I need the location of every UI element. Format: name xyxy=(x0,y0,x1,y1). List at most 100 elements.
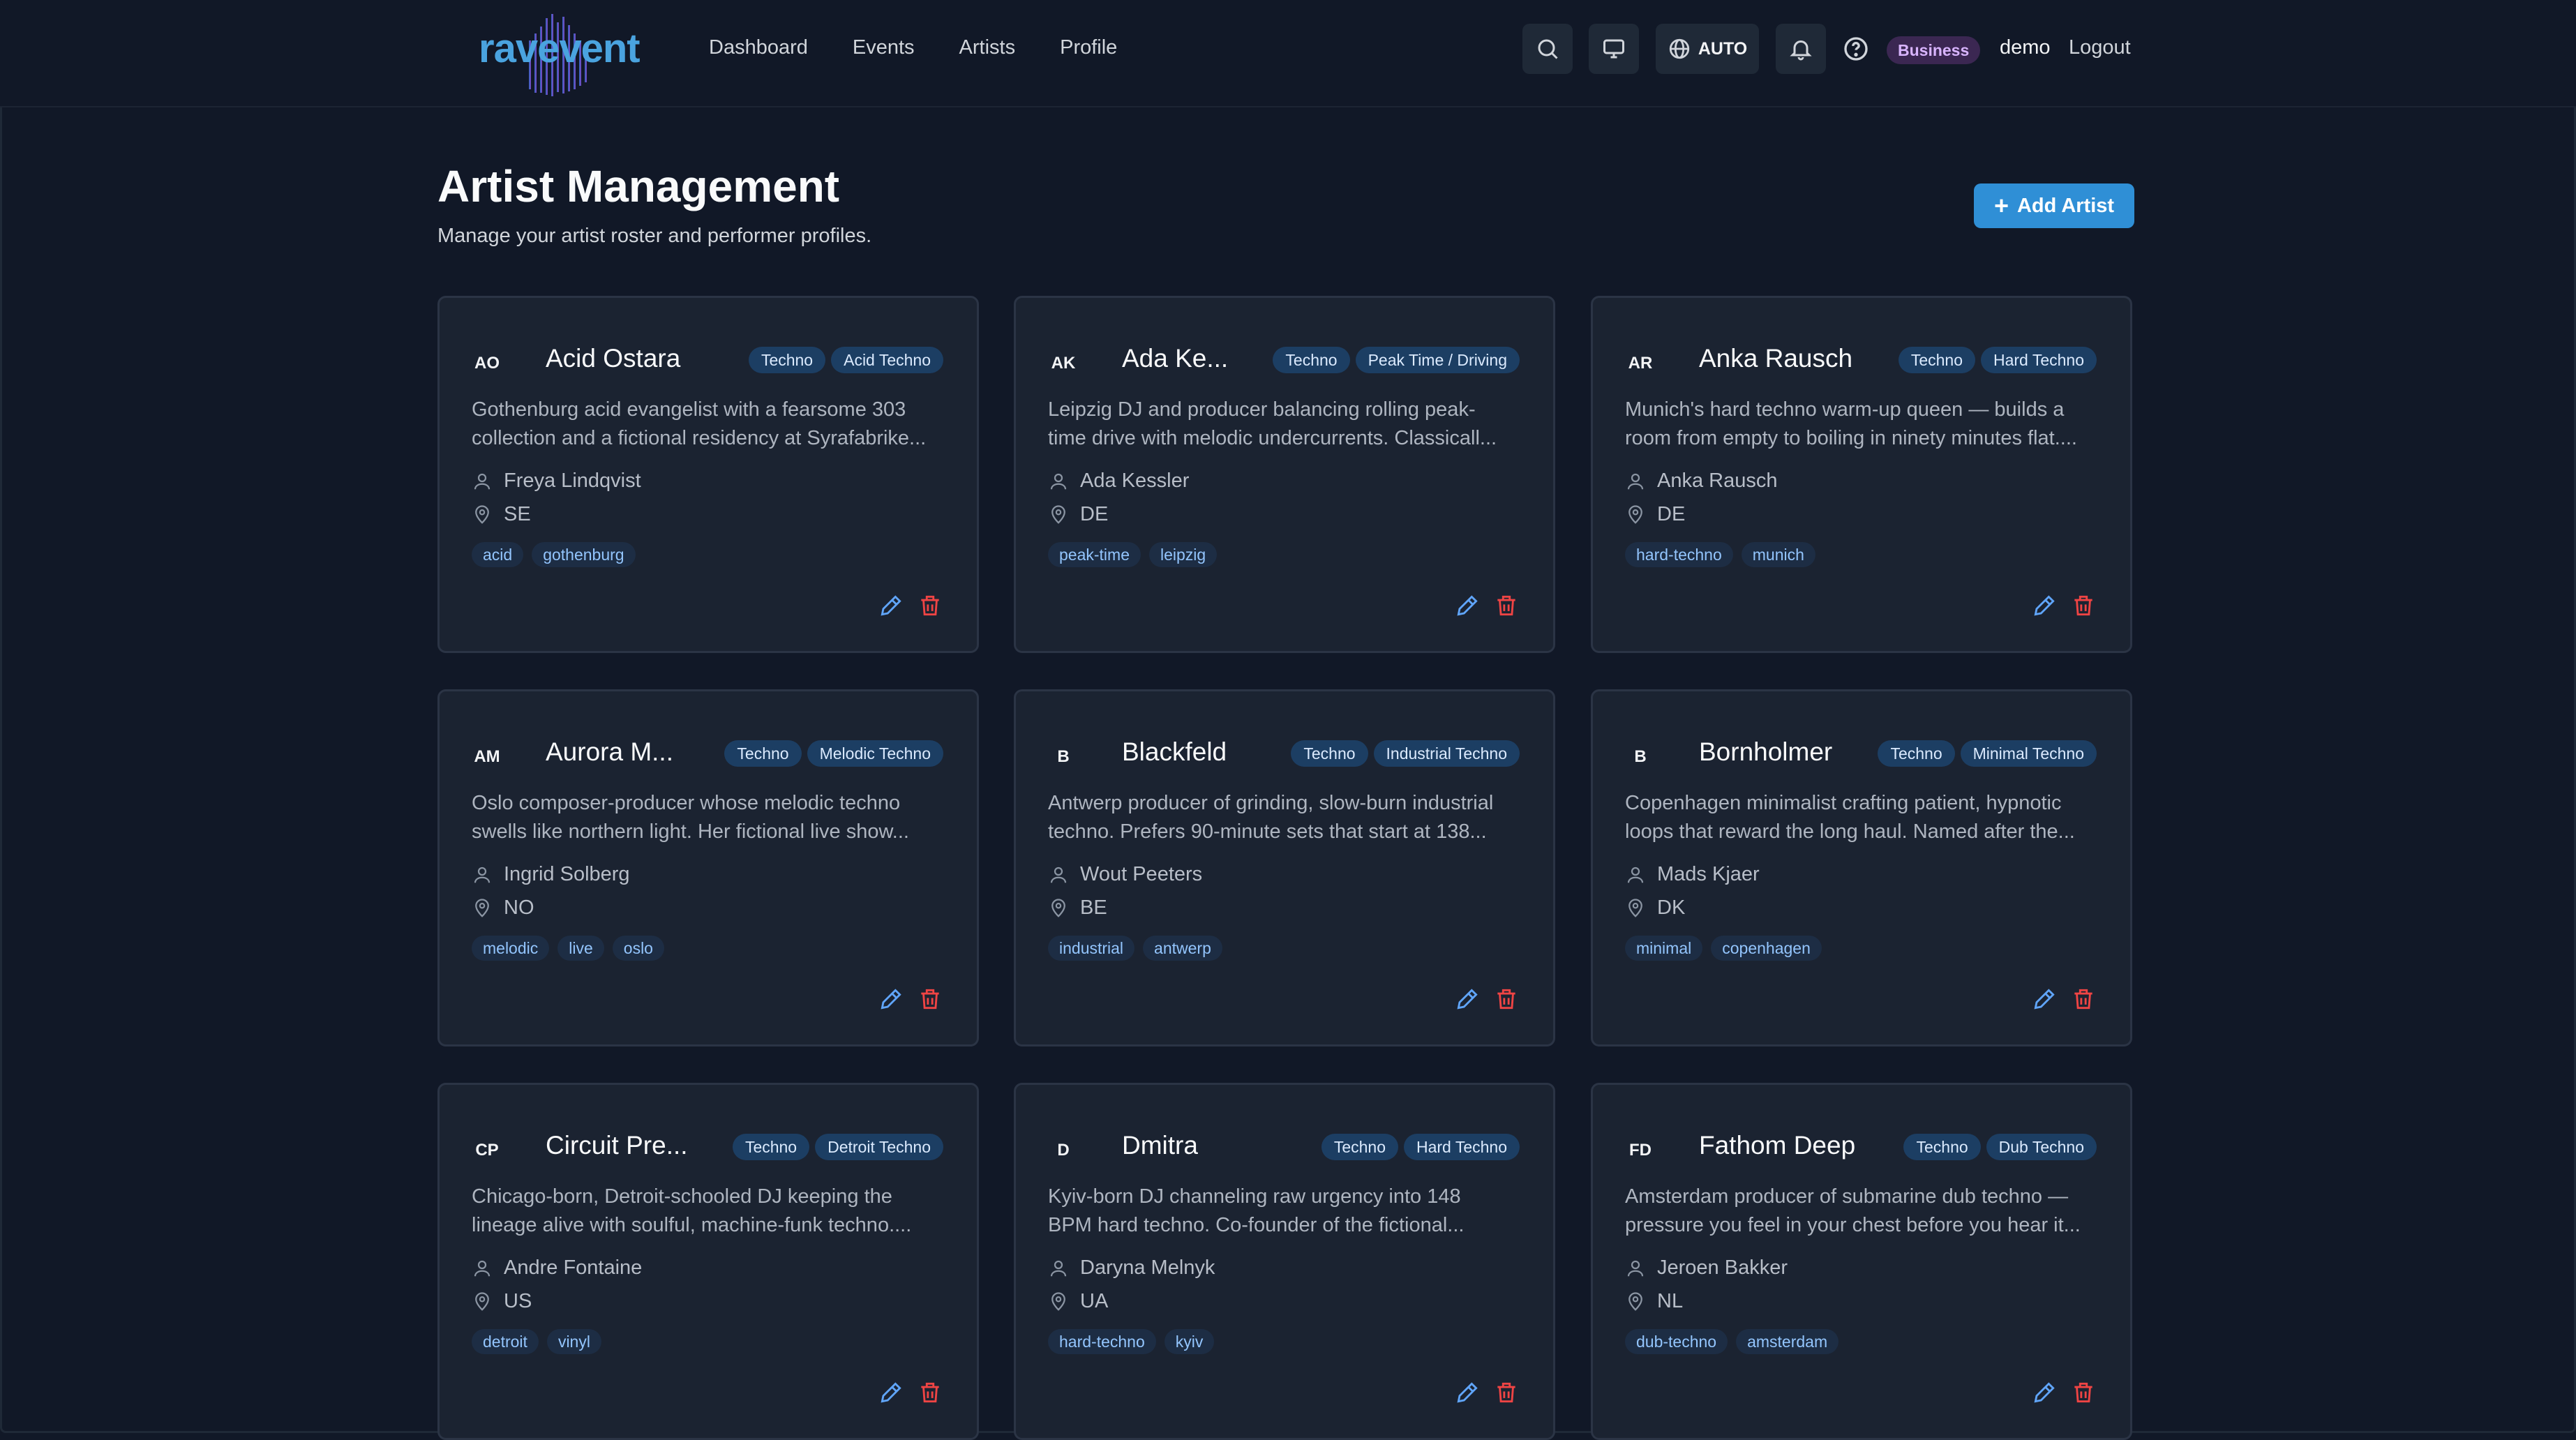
tag-list: hard-techno kyiv xyxy=(1048,1329,1215,1354)
genre-badge: Techno xyxy=(1898,347,1975,373)
subgenre-badge: Acid Techno xyxy=(831,347,943,373)
artist-name: Bornholmer xyxy=(1699,737,1833,766)
artist-name: Acid Ostara xyxy=(546,344,681,373)
trash-icon[interactable] xyxy=(1493,1379,1520,1406)
country-code: UA xyxy=(1080,1290,1109,1312)
avatar: AO xyxy=(474,354,500,373)
location-pin-icon xyxy=(475,898,489,917)
user-icon xyxy=(474,1260,491,1276)
avatar: AM xyxy=(474,747,500,766)
artist-card[interactable]: FD Fathom Deep Techno Dub Techno Amsterd… xyxy=(1591,1083,2132,1440)
tag-chip: gothenburg xyxy=(532,542,636,567)
trash-icon[interactable] xyxy=(2070,1379,2097,1406)
genre-badges: Techno Peak Time / Driving xyxy=(1273,347,1520,373)
artist-card[interactable]: D Dmitra Techno Hard Techno Kyiv-born DJ… xyxy=(1014,1083,1555,1440)
pencil-icon[interactable] xyxy=(1454,592,1481,619)
artist-card[interactable]: CP Circuit Pre... Techno Detroit Techno … xyxy=(437,1083,979,1440)
tag-list: dub-techno amsterdam xyxy=(1625,1329,1839,1354)
help-icon[interactable] xyxy=(1842,35,1870,63)
add-artist-button[interactable]: + Add Artist xyxy=(1974,183,2134,228)
tag-chip: hard-techno xyxy=(1625,542,1733,567)
real-name: Ada Kessler xyxy=(1080,470,1190,492)
display-mode-button[interactable] xyxy=(1589,24,1639,74)
artist-card[interactable]: AK Ada Ke... Techno Peak Time / Driving … xyxy=(1014,296,1555,653)
nav-profile[interactable]: Profile xyxy=(1060,36,1117,59)
trash-icon[interactable] xyxy=(917,592,943,619)
tag-list: detroit vinyl xyxy=(472,1329,601,1354)
real-name: Ingrid Solberg xyxy=(504,863,630,885)
pencil-icon[interactable] xyxy=(1454,986,1481,1012)
real-name: Freya Lindqvist xyxy=(504,470,641,492)
description-line: BPM hard techno. Co-founder of the ficti… xyxy=(1048,1214,1465,1236)
real-name: Wout Peeters xyxy=(1080,863,1203,885)
trash-icon[interactable] xyxy=(1493,986,1520,1012)
description-line: Chicago-born, Detroit-schooled DJ keepin… xyxy=(472,1185,892,1208)
genre-badges: Techno Hard Techno xyxy=(1898,347,2097,373)
avatar: AK xyxy=(1051,354,1076,373)
search-button[interactable] xyxy=(1522,24,1573,74)
real-name-row: Ingrid Solberg xyxy=(472,863,630,886)
genre-badges: Techno Industrial Techno xyxy=(1291,740,1520,767)
user-icon xyxy=(1050,473,1067,489)
real-name: Anka Rausch xyxy=(1657,470,1778,492)
username[interactable]: demo xyxy=(2000,36,2051,59)
trash-icon[interactable] xyxy=(917,986,943,1012)
location-pin-icon xyxy=(475,504,489,524)
avatar: AR xyxy=(1628,354,1653,373)
add-artist-label: Add Artist xyxy=(2016,194,2115,217)
description-line: loops that reward the long haul. Named a… xyxy=(1625,820,2075,843)
artist-card[interactable]: B Blackfeld Techno Industrial Techno Ant… xyxy=(1014,689,1555,1047)
artist-card[interactable]: AM Aurora M... Techno Melodic Techno Osl… xyxy=(437,689,979,1047)
language-auto-button[interactable]: AUTO xyxy=(1656,24,1759,74)
pencil-icon[interactable] xyxy=(2031,986,2058,1012)
genre-badges: Techno Dub Techno xyxy=(1903,1134,2097,1160)
artist-name: Blackfeld xyxy=(1122,737,1227,766)
country-code: DE xyxy=(1657,503,1686,525)
genre-badges: Techno Minimal Techno xyxy=(1878,740,2097,767)
trash-icon[interactable] xyxy=(1493,592,1520,619)
tag-chip: dub-techno xyxy=(1625,1329,1728,1354)
country-code: DK xyxy=(1657,897,1686,919)
user-icon xyxy=(1050,1260,1067,1276)
pencil-icon[interactable] xyxy=(878,1379,904,1406)
trash-icon[interactable] xyxy=(2070,986,2097,1012)
nav-events[interactable]: Events xyxy=(853,36,915,59)
description-line: collection and a fictional residency at … xyxy=(472,427,927,449)
pencil-icon[interactable] xyxy=(1454,1379,1481,1406)
tag-list: hard-techno munich xyxy=(1625,542,1815,567)
nav-artists[interactable]: Artists xyxy=(959,36,1016,59)
country-row: NO xyxy=(472,897,534,920)
pencil-icon[interactable] xyxy=(2031,1379,2058,1406)
country-row: BE xyxy=(1048,897,1107,920)
notifications-button[interactable] xyxy=(1776,24,1826,74)
tag-chip: acid xyxy=(472,542,524,567)
logout-link[interactable]: Logout xyxy=(2069,36,2131,59)
avatar: CP xyxy=(475,1141,499,1160)
pencil-icon[interactable] xyxy=(878,592,904,619)
artist-name: Aurora M... xyxy=(546,737,673,766)
artist-card[interactable]: B Bornholmer Techno Minimal Techno Copen… xyxy=(1591,689,2132,1047)
trash-icon[interactable] xyxy=(2070,592,2097,619)
real-name-row: Freya Lindqvist xyxy=(472,470,641,493)
real-name: Andre Fontaine xyxy=(504,1257,643,1279)
tag-list: acid gothenburg xyxy=(472,542,636,567)
app-logo[interactable]: ravevent xyxy=(479,13,641,96)
country-row: US xyxy=(472,1290,532,1313)
trash-icon[interactable] xyxy=(917,1379,943,1406)
subgenre-badge: Minimal Techno xyxy=(1960,740,2097,767)
description-line: Amsterdam producer of submarine dub tech… xyxy=(1625,1185,2069,1208)
nav-dashboard[interactable]: Dashboard xyxy=(709,36,808,59)
tag-list: minimal copenhagen xyxy=(1625,936,1822,961)
pencil-icon[interactable] xyxy=(2031,592,2058,619)
location-pin-icon xyxy=(1628,898,1642,917)
genre-badges: Techno Melodic Techno xyxy=(724,740,943,767)
artist-card[interactable]: AO Acid Ostara Techno Acid Techno Gothen… xyxy=(437,296,979,653)
pencil-icon[interactable] xyxy=(878,986,904,1012)
artist-card[interactable]: AR Anka Rausch Techno Hard Techno Munich… xyxy=(1591,296,2132,653)
globe-icon xyxy=(1669,38,1689,59)
artist-description: Chicago-born, Detroit-schooled DJ keepin… xyxy=(472,1183,953,1240)
user-icon xyxy=(1627,1260,1644,1276)
tag-chip: amsterdam xyxy=(1736,1329,1839,1354)
genre-badge: Techno xyxy=(732,1134,810,1160)
country-code: NO xyxy=(504,897,534,919)
